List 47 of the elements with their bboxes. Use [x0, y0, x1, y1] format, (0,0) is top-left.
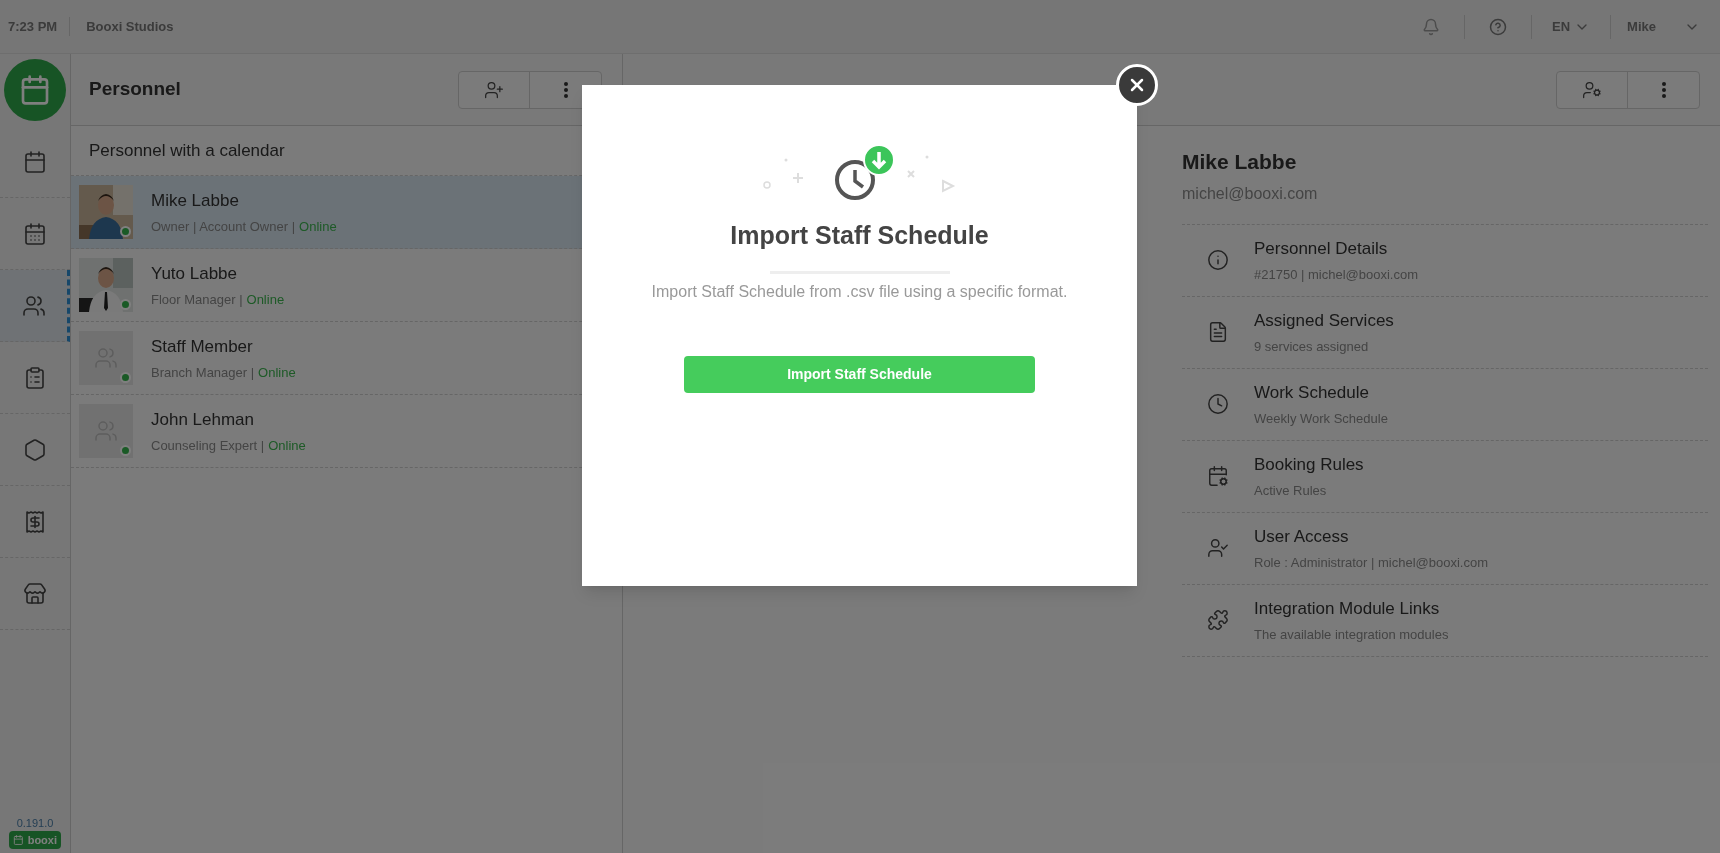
language-dropdown[interactable]: EN: [1532, 16, 1611, 37]
user-check-icon: [1207, 537, 1229, 559]
info-icon: [1207, 249, 1229, 271]
modal-title: Import Staff Schedule: [730, 220, 989, 251]
avatar-placeholder: [79, 404, 133, 458]
avatar-placeholder: [79, 331, 133, 385]
organization-name: Booxi Studios: [85, 17, 174, 36]
notification-icon[interactable]: [1422, 17, 1441, 36]
detail-title: Personnel Details: [1254, 238, 1389, 260]
planner-icon: [23, 221, 47, 246]
person-name: Mike Labbe: [1182, 149, 1298, 175]
people-icon: [21, 293, 46, 318]
detail-title: User Access: [1254, 526, 1350, 548]
receipt-icon: [23, 509, 47, 534]
clock-icon: [1207, 393, 1229, 415]
status-text: Online: [299, 217, 337, 236]
person-name: Mike Labbe: [151, 190, 240, 212]
status-text: Online: [246, 290, 285, 309]
detail-title: Assigned Services: [1254, 310, 1394, 332]
puzzle-icon: [1207, 609, 1229, 631]
clock-time: 7:23 PM: [8, 16, 71, 37]
calendar-icon: [23, 149, 47, 174]
user-dropdown[interactable]: Mike: [1611, 16, 1712, 37]
version-label: 0.191.0: [15, 815, 55, 831]
store-icon: [23, 581, 47, 606]
status-text: Online: [258, 363, 296, 382]
brand-badge: booxi: [9, 831, 61, 849]
person-name: John Lehman: [151, 409, 256, 431]
detail-title: Work Schedule: [1254, 382, 1370, 404]
person-gear-icon: [1582, 79, 1602, 100]
person-name: Staff Member: [151, 336, 254, 358]
detail-title: Booking Rules: [1254, 454, 1364, 476]
add-person-icon: [484, 79, 504, 100]
help-icon[interactable]: [1489, 17, 1508, 36]
detail-title: Integration Module Links: [1254, 598, 1441, 620]
status-text: Online: [268, 436, 306, 455]
document-icon: [1207, 321, 1229, 343]
modal-description: Import Staff Schedule from .csv file using a specific format.: [651, 281, 1068, 302]
sidebar-item[interactable]: [0, 270, 70, 342]
calendar-gear-icon: [1207, 465, 1229, 487]
more-icon: [1661, 81, 1666, 98]
section-title: Personnel with a calendar: [89, 139, 285, 162]
clipboard-icon: [23, 365, 47, 390]
hexagon-icon: [23, 437, 47, 462]
more-icon: [563, 81, 568, 98]
panel-title: Personnel: [89, 77, 182, 102]
person-name: Yuto Labbe: [151, 263, 239, 285]
